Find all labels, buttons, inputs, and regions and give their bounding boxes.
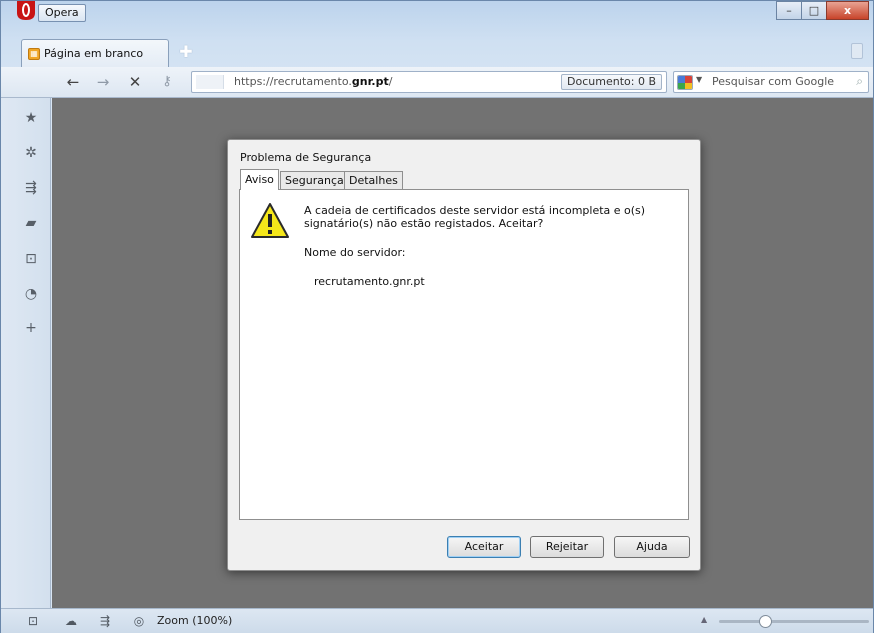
- notes-icon[interactable]: ▰: [23, 215, 39, 231]
- close-button[interactable]: x: [826, 1, 869, 20]
- settings-icon[interactable]: ✲: [23, 145, 39, 161]
- site-info-icon[interactable]: [196, 75, 224, 89]
- key-icon[interactable]: ⚷: [157, 73, 177, 91]
- downloads-icon[interactable]: ⊡: [23, 251, 39, 267]
- security-dialog: Problema de Segurança Aviso Segurança De…: [227, 139, 701, 571]
- browser-window: Opera – □ x ▦ Página em branco ✚ ← → ✕ ⚷…: [0, 0, 874, 633]
- history-icon[interactable]: ◔: [23, 286, 39, 302]
- tab-label: Página em branco: [44, 47, 144, 60]
- closed-tabs-trash-icon[interactable]: [851, 43, 863, 59]
- warning-icon: [251, 203, 289, 238]
- warning-message: A cadeia de certificados deste servidor …: [304, 204, 646, 230]
- minimize-button[interactable]: –: [776, 1, 802, 20]
- new-tab-button[interactable]: ✚: [177, 43, 195, 61]
- back-arrow-icon[interactable]: ←: [63, 73, 83, 91]
- side-panel-bar: ★ ✲ ⇶ ▰ ⊡ ◔ +: [1, 98, 51, 608]
- unite-cloud-icon[interactable]: ☁: [63, 614, 79, 628]
- turbo-icon[interactable]: ⇶: [97, 614, 113, 628]
- document-size-badge: Documento: 0 B: [561, 74, 662, 90]
- address-bar[interactable]: https://recrutamento.gnr.pt/ Documento: …: [191, 71, 667, 93]
- opera-logo-icon[interactable]: [15, 1, 37, 21]
- dialog-title: Problema de Segurança: [240, 151, 372, 164]
- stop-icon[interactable]: ✕: [125, 73, 145, 91]
- url-text[interactable]: https://recrutamento.gnr.pt/: [234, 75, 392, 88]
- dialog-tab-panel: A cadeia de certificados deste servidor …: [239, 189, 689, 520]
- chevron-up-icon[interactable]: ▲: [701, 615, 707, 624]
- window-controls: – □ x: [776, 1, 869, 20]
- search-field[interactable]: ▼ Pesquisar com Google ⌕: [673, 71, 869, 93]
- accept-button[interactable]: Aceitar: [447, 536, 521, 558]
- forward-arrow-icon[interactable]: →: [93, 73, 113, 91]
- zoom-icon[interactable]: ◎: [131, 614, 147, 628]
- google-icon[interactable]: [677, 75, 693, 90]
- chevron-down-icon[interactable]: ▼: [696, 75, 702, 84]
- help-button[interactable]: Ajuda: [614, 536, 690, 558]
- zoom-slider[interactable]: [719, 615, 869, 628]
- add-panel-icon[interactable]: +: [23, 320, 39, 336]
- panel-toggle-icon[interactable]: ⊡: [25, 614, 41, 628]
- status-bar: ⊡ ☁ ⇶ ◎ Zoom (100%) ▲: [1, 608, 873, 633]
- navigation-toolbar: ← → ✕ ⚷ https://recrutamento.gnr.pt/ Doc…: [1, 67, 873, 98]
- maximize-button[interactable]: □: [801, 1, 827, 20]
- search-placeholder: Pesquisar com Google: [712, 75, 835, 88]
- zoom-slider-knob[interactable]: [759, 615, 772, 628]
- zoom-level-text[interactable]: Zoom (100%): [157, 614, 232, 627]
- tab-blank-page[interactable]: ▦ Página em branco: [21, 39, 169, 67]
- server-name-value: recrutamento.gnr.pt: [314, 275, 425, 288]
- reject-button[interactable]: Rejeitar: [530, 536, 604, 558]
- speed-dial-icon: ▦: [28, 47, 40, 60]
- tab-seguranca[interactable]: Segurança: [280, 171, 349, 190]
- tab-detalhes[interactable]: Detalhes: [344, 171, 403, 190]
- bookmarks-icon[interactable]: ★: [23, 110, 39, 126]
- server-name-label: Nome do servidor:: [304, 246, 406, 259]
- tab-aviso[interactable]: Aviso: [240, 169, 279, 190]
- unite-icon[interactable]: ⇶: [23, 180, 39, 196]
- search-icon[interactable]: ⌕: [856, 74, 863, 89]
- opera-menu-button[interactable]: Opera: [38, 4, 86, 22]
